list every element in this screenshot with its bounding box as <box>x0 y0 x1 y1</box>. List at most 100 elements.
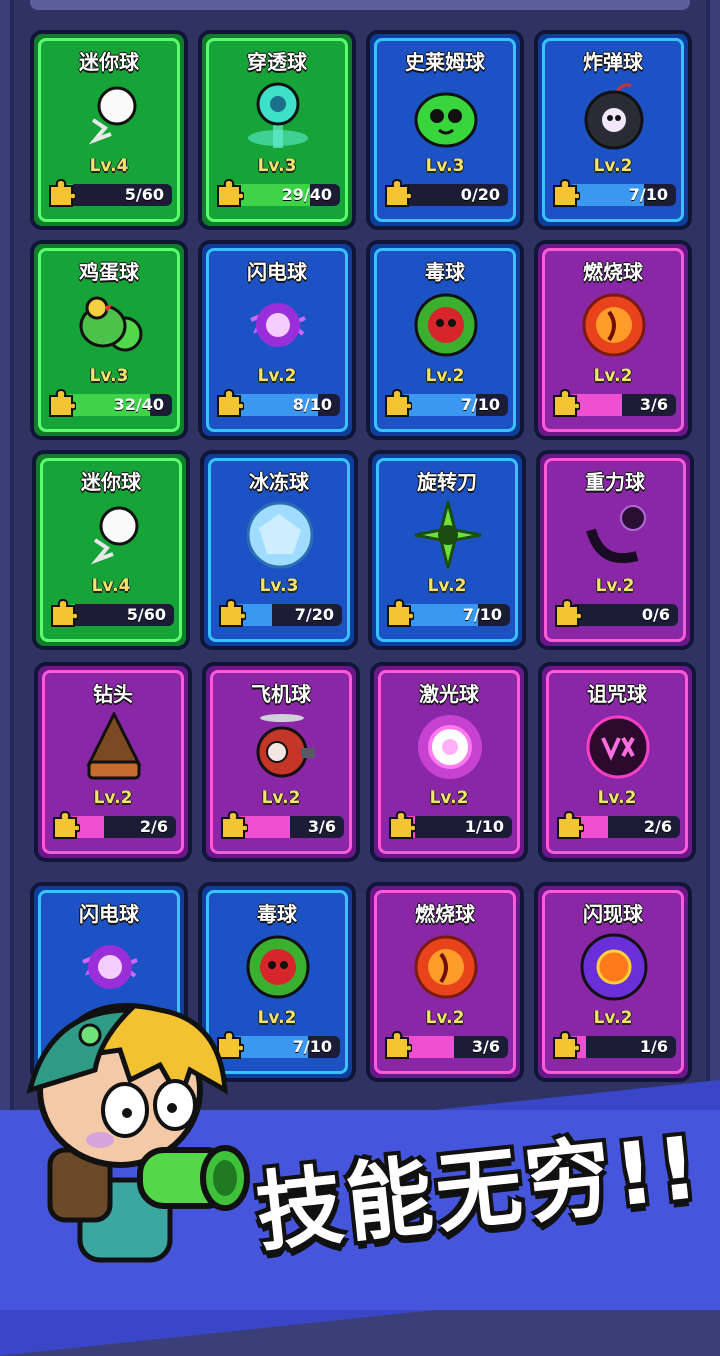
shard-count: 2/6 <box>139 817 168 836</box>
ball-name: 迷你球 <box>79 50 139 74</box>
ball-card[interactable]: 激光球 Lv.2 1/10 <box>370 662 528 862</box>
shard-count: 3/6 <box>471 1037 500 1056</box>
ball-card[interactable]: 飞机球 Lv.2 3/6 <box>202 662 360 862</box>
ball-card[interactable]: 史莱姆球 Lv.3 0/20 <box>366 30 524 230</box>
ball-level: Lv.2 <box>427 576 467 596</box>
puzzle-piece-icon <box>46 178 78 208</box>
puzzle-piece-icon <box>382 1030 414 1060</box>
shard-progress-bar: 7/10 <box>400 394 508 416</box>
ball-card[interactable]: 迷你球 Lv.4 5/60 <box>30 30 188 230</box>
shard-count: 7/10 <box>292 1037 332 1056</box>
ball-level: Lv.3 <box>257 156 297 176</box>
ball-card[interactable]: 诅咒球 Lv.2 2/6 <box>538 662 696 862</box>
ball-card[interactable]: 闪电球 Lv.2 8/10 <box>198 240 356 440</box>
ball-name: 闪电球 <box>79 902 139 926</box>
shard-progress-bar: 32/40 <box>64 394 172 416</box>
puzzle-piece-icon <box>550 178 582 208</box>
drill-icon <box>86 712 142 780</box>
ball-name: 炸弹球 <box>583 50 643 74</box>
shard-count: 7/20 <box>294 605 334 624</box>
piercing-ball-icon <box>248 82 308 148</box>
puzzle-piece-icon <box>218 810 250 840</box>
chicken-egg-ball-icon <box>79 296 143 352</box>
shard-count: 5/60 <box>126 605 166 624</box>
ball-card[interactable]: 毒球 Lv.2 7/10 <box>366 240 524 440</box>
shard-count: 7/10 <box>462 605 502 624</box>
ice-ball-icon <box>246 501 314 569</box>
panel-top-bar <box>30 0 690 10</box>
spinning-blade-icon <box>414 501 482 569</box>
ball-card[interactable]: 燃烧球 Lv.2 3/6 <box>534 240 692 440</box>
ball-name: 迷你球 <box>81 470 141 494</box>
shard-count: 3/6 <box>307 817 336 836</box>
puzzle-piece-icon <box>214 178 246 208</box>
shard-progress-bar: 0/20 <box>400 184 508 206</box>
ball-level: Lv.3 <box>89 366 129 386</box>
ball-card[interactable]: 钻头 Lv.2 2/6 <box>34 662 192 862</box>
shard-count: 32/40 <box>113 395 164 414</box>
hero-character-icon <box>26 1003 250 1263</box>
puzzle-piece-icon <box>384 598 416 628</box>
ball-level: Lv.2 <box>93 788 133 808</box>
fire-ball-icon <box>414 935 478 999</box>
ball-name: 鸡蛋球 <box>79 260 139 284</box>
ball-name: 穿透球 <box>247 50 307 74</box>
ball-level: Lv.2 <box>593 156 633 176</box>
puzzle-piece-icon <box>48 598 80 628</box>
ball-card[interactable]: 旋转刀 Lv.2 7/10 <box>368 450 526 650</box>
shard-progress-bar: 0/6 <box>570 604 678 626</box>
shard-count: 7/10 <box>628 185 668 204</box>
shard-progress-bar: 29/40 <box>232 184 340 206</box>
slime-ball-icon <box>414 92 478 148</box>
ball-name: 毒球 <box>257 902 297 926</box>
shard-progress-bar: 3/6 <box>568 394 676 416</box>
shard-count: 1/10 <box>464 817 504 836</box>
ball-level: Lv.3 <box>259 576 299 596</box>
ball-name: 史莱姆球 <box>405 50 485 74</box>
shard-count: 7/10 <box>460 395 500 414</box>
shard-count: 0/6 <box>641 605 670 624</box>
ball-name: 冰冻球 <box>249 470 309 494</box>
shard-progress-bar: 5/60 <box>64 184 172 206</box>
airplane-ball-icon <box>256 714 315 778</box>
ball-name: 重力球 <box>585 470 645 494</box>
puzzle-piece-icon <box>552 598 584 628</box>
ball-card[interactable]: 燃烧球 Lv.2 3/6 <box>366 882 524 1082</box>
poison-ball-icon <box>414 293 478 357</box>
ball-level: Lv.2 <box>257 366 297 386</box>
ball-name: 毒球 <box>425 260 465 284</box>
ball-name: 闪现球 <box>583 902 643 926</box>
ball-card[interactable]: 炸弹球 Lv.2 7/10 <box>534 30 692 230</box>
puzzle-piece-icon <box>50 810 82 840</box>
shard-progress-bar: 8/10 <box>232 394 340 416</box>
curse-ball-icon <box>586 715 650 779</box>
ball-name: 诅咒球 <box>587 682 647 706</box>
ball-name: 闪电球 <box>247 260 307 284</box>
lightning-ball-icon <box>250 303 306 347</box>
shard-count: 3/6 <box>639 395 668 414</box>
puzzle-piece-icon <box>382 178 414 208</box>
ball-card[interactable]: 穿透球 Lv.3 29/40 <box>198 30 356 230</box>
ball-level: Lv.2 <box>593 1008 633 1028</box>
shard-progress-bar: 7/10 <box>568 184 676 206</box>
ball-card[interactable]: 闪现球 Lv.2 1/6 <box>534 882 692 1082</box>
bomb-ball-icon <box>584 83 644 150</box>
ball-level: Lv.2 <box>595 576 635 596</box>
shard-progress-bar: 3/6 <box>236 816 344 838</box>
ball-level: Lv.2 <box>429 788 469 808</box>
ball-level: Lv.2 <box>425 366 465 386</box>
puzzle-piece-icon <box>550 388 582 418</box>
puzzle-piece-icon <box>554 810 586 840</box>
ball-level: Lv.2 <box>425 1008 465 1028</box>
puzzle-piece-icon <box>216 598 248 628</box>
ball-card[interactable]: 鸡蛋球 Lv.3 32/40 <box>30 240 188 440</box>
ball-card[interactable]: 冰冻球 Lv.3 7/20 <box>200 450 358 650</box>
ball-card[interactable]: 重力球 Lv.2 0/6 <box>536 450 694 650</box>
gravity-ball-icon <box>586 505 646 564</box>
shard-count: 29/40 <box>281 185 332 204</box>
ball-card[interactable]: 迷你球 Lv.4 5/60 <box>32 450 190 650</box>
puzzle-piece-icon <box>46 388 78 418</box>
shard-progress-bar: 7/20 <box>234 604 342 626</box>
ball-level: Lv.2 <box>597 788 637 808</box>
ball-name: 旋转刀 <box>417 470 477 494</box>
